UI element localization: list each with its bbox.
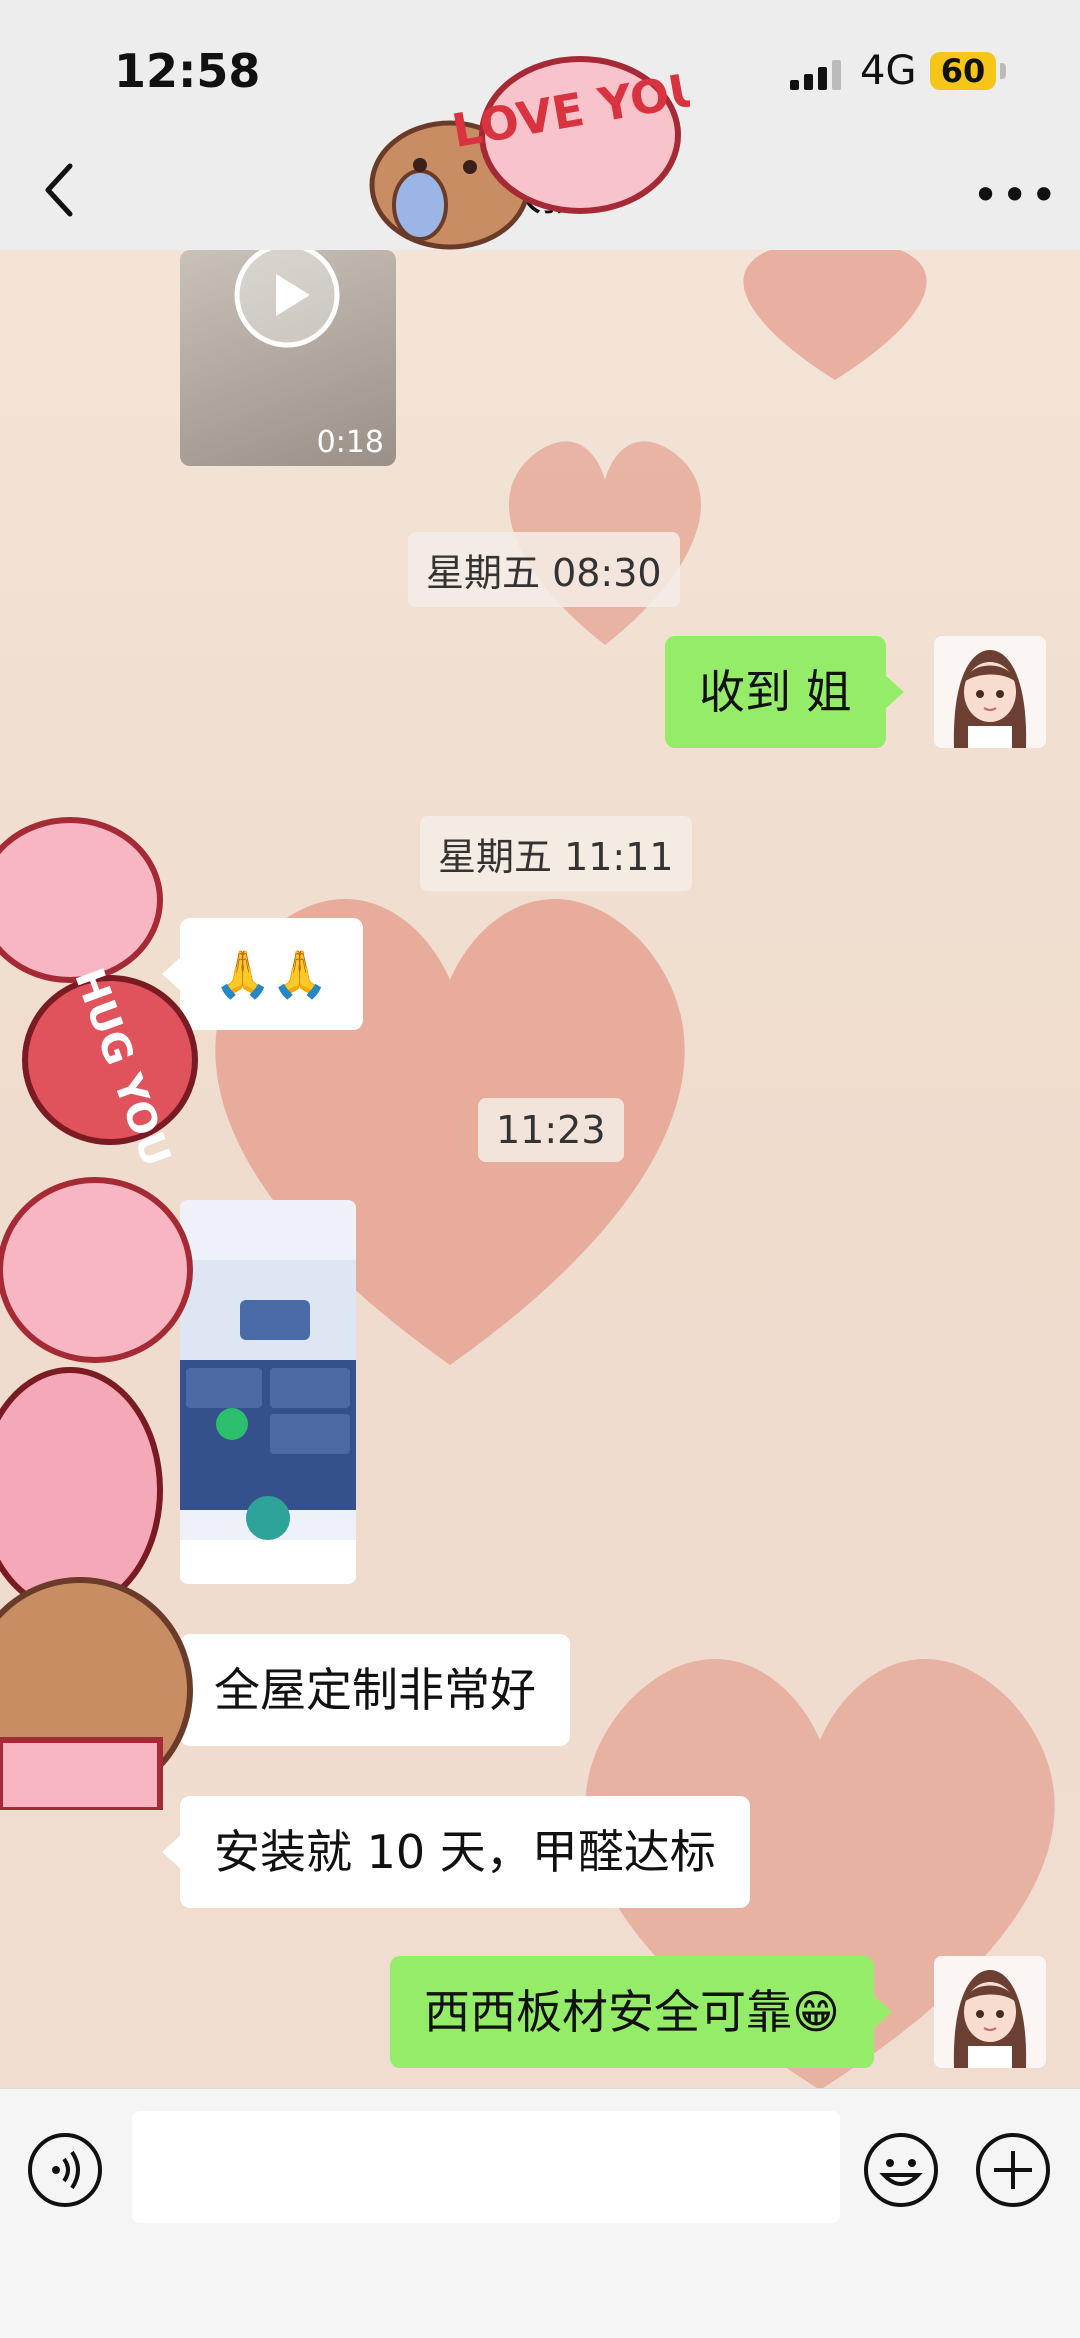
chat-area[interactable]: 0:18 星期五 08:30 收到 姐 星期五 11:11 🙏🙏 11:23 全…: [0, 250, 1080, 2088]
message-input[interactable]: [132, 2111, 840, 2223]
bear-hug-sticker-stack: HUG YOU: [0, 817, 198, 1810]
signal-icon: [790, 60, 841, 90]
add-attachment-icon[interactable]: [974, 2131, 1052, 2209]
emoji-icon[interactable]: [862, 2131, 940, 2209]
user-avatar-icon: [934, 1956, 1046, 2068]
bear-love-sticker: LOVE YOU: [369, 56, 690, 250]
message-bubble-sent[interactable]: 西西板材安全可靠😁: [390, 1956, 892, 2068]
back-arrow-icon[interactable]: [40, 160, 80, 220]
message-bubble-received[interactable]: 全屋定制非常好: [162, 1634, 570, 1746]
message-bubble-sent[interactable]: 收到 姐: [665, 636, 904, 748]
user-avatar-icon: [934, 636, 1046, 748]
play-icon: [234, 250, 340, 348]
avatar[interactable]: [934, 1956, 1046, 2068]
avatar[interactable]: [934, 636, 1046, 748]
timestamp: 11:23: [478, 1098, 624, 1162]
more-options-icon[interactable]: •••: [972, 168, 1059, 222]
battery-indicator: 60: [930, 52, 996, 90]
battery-tip: [1000, 63, 1006, 79]
timestamp: 星期五 11:11: [420, 816, 692, 891]
message-bubble-received[interactable]: 安装就 10 天，甲醛达标: [162, 1796, 750, 1908]
background-heart-decoration: [743, 250, 927, 380]
voice-input-icon[interactable]: [26, 2131, 104, 2209]
video-message-thumbnail[interactable]: 0:18: [180, 250, 396, 466]
video-duration: 0:18: [316, 425, 384, 460]
input-bar: [0, 2088, 1080, 2338]
network-type: 4G: [860, 48, 917, 94]
status-time: 12:58: [114, 44, 261, 98]
timestamp: 星期五 08:30: [408, 532, 680, 607]
